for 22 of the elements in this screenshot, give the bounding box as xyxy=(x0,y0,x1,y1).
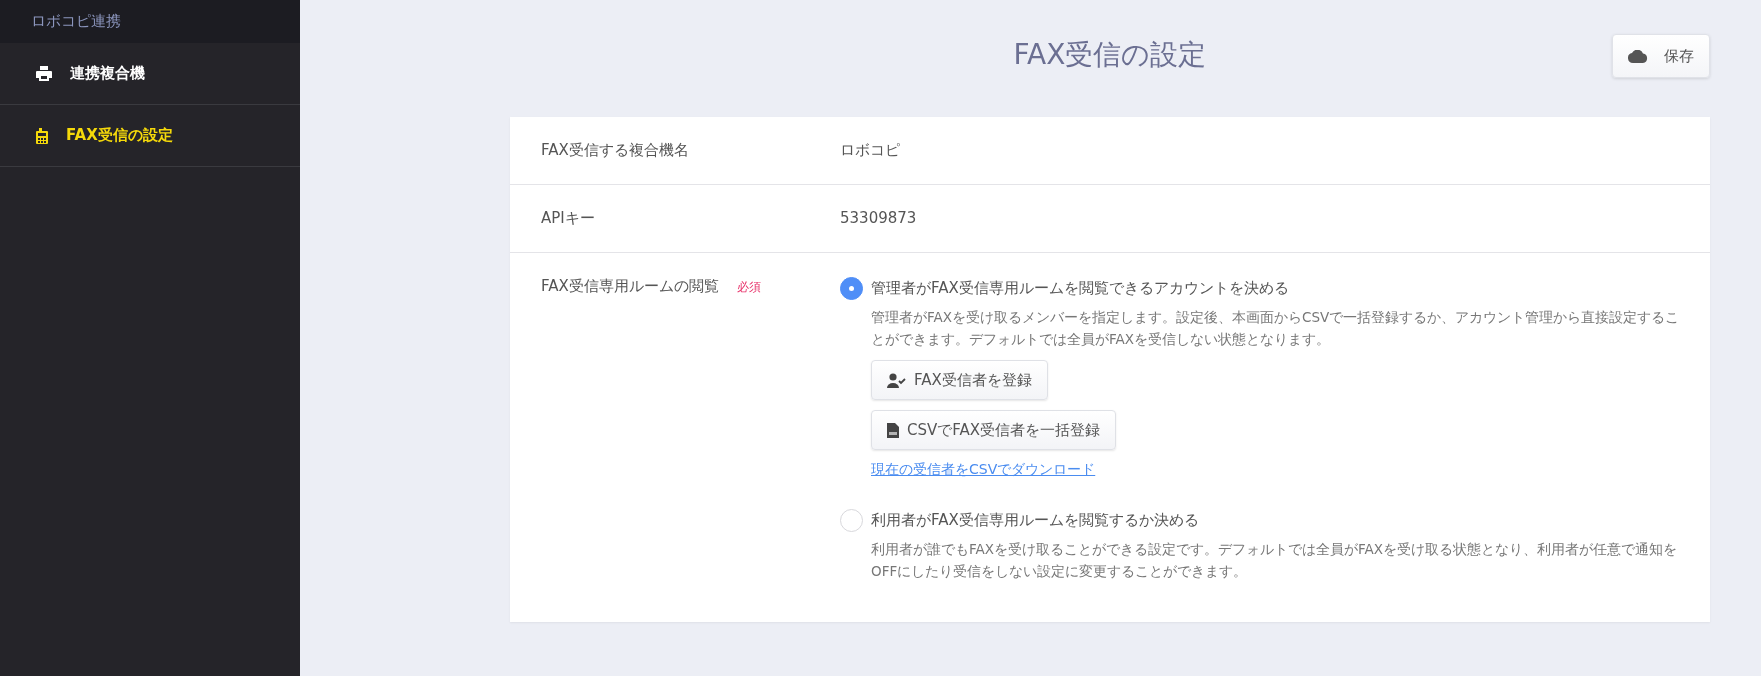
radio-button[interactable] xyxy=(840,277,863,300)
action-button[interactable]: CSVでFAX受信者を一括登録 xyxy=(871,410,1117,450)
field-value: 53309873 xyxy=(840,209,917,227)
field-label: FAX受信専用ルームの閲覧 xyxy=(541,277,719,296)
user-check-icon xyxy=(887,372,906,388)
page-title: FAX受信の設定 xyxy=(1013,37,1207,73)
action-button[interactable]: FAX受信者を登録 xyxy=(871,360,1048,400)
option-description: 管理者がFAXを受け取るメンバーを指定します。設定後、本画面からCSVで一括登録するか、アカウント管理から直接設定することができます。デフォルトでは全員がFAXを受信しない状態となります。 xyxy=(871,308,1681,349)
csv-file-icon xyxy=(887,422,899,438)
option-description: 利用者が誰でもFAXを受け取ることができる設定です。デフォルトでは全員がFAXを受け取る状態となり、利用者が任意で通知をOFFにしたり受信をしない設定に変更することができます。 xyxy=(871,540,1679,581)
cloud-icon xyxy=(1628,49,1648,63)
option-label[interactable]: 管理者がFAX受信専用ルームを閲覧できるアカウントを決める xyxy=(871,279,1289,298)
field-value: ロボコピ xyxy=(840,141,900,159)
printer-icon xyxy=(36,66,52,81)
fax-icon xyxy=(36,127,48,144)
field-label: APIキー xyxy=(541,209,595,228)
field-label: FAX受信する複合機名 xyxy=(541,141,689,160)
save-button[interactable]: 保存 xyxy=(1612,34,1710,78)
download-link[interactable]: 現在の受信者をCSVでダウンロード xyxy=(871,461,1096,479)
option-label[interactable]: 利用者がFAX受信専用ルームを閲覧するか決める xyxy=(871,511,1199,530)
sidebar-header: ロボコピ連携 xyxy=(31,12,121,31)
required-tag: 必須 xyxy=(736,279,761,296)
